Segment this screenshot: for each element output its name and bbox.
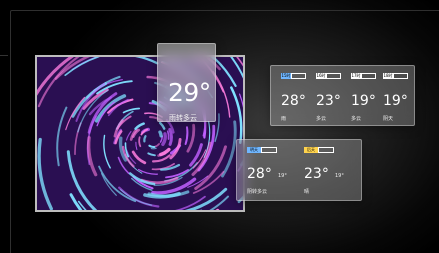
- forecast-temperature: 19°: [351, 93, 376, 109]
- daily-condition: 阴转多云: [247, 189, 268, 195]
- time-badge: 15时: [281, 73, 291, 79]
- current-temperature: 29°: [168, 78, 211, 107]
- day-badge-bar: [318, 147, 334, 153]
- current-condition: 雨转多云: [169, 114, 197, 122]
- forecast-condition: 多云: [316, 116, 327, 122]
- edge-tick: [0, 55, 8, 56]
- swirl-stroke: [166, 130, 170, 140]
- daily-condition: 晴: [304, 189, 310, 195]
- forecast-temperature: 23°: [316, 93, 341, 109]
- daily-low-temperature: 19°: [335, 173, 344, 179]
- forecast-condition: 多云: [351, 116, 362, 122]
- forecast-item: 15时 28° 雨: [281, 66, 311, 127]
- forecast-item: 16时 23° 多云: [316, 66, 346, 127]
- time-badge: 16时: [316, 73, 326, 79]
- day-badge: 后天: [304, 147, 318, 153]
- current-weather-card[interactable]: 29° 雨转多云: [157, 43, 216, 122]
- forecast-item: 17时 19° 多云: [351, 66, 381, 127]
- forecast-condition: 阴天: [383, 116, 394, 122]
- daily-low-temperature: 19°: [278, 173, 287, 179]
- swirl-stroke: [143, 135, 147, 143]
- hourly-forecast-card[interactable]: 15时 28° 雨 16时 23° 多云 17时 19° 多云 18时 19° …: [270, 65, 415, 126]
- time-badge: 18时: [383, 73, 393, 79]
- time-badge-bar: [326, 73, 341, 79]
- daily-high-temperature: 28°: [247, 166, 272, 182]
- daily-item: 明天 28° 19° 阴转多云: [247, 140, 302, 202]
- forecast-temperature: 19°: [383, 93, 408, 109]
- time-badge: 17时: [351, 73, 361, 79]
- time-badge-bar: [361, 73, 376, 79]
- forecast-condition: 雨: [281, 116, 287, 122]
- daily-forecast-card[interactable]: 明天 28° 19° 阴转多云 后天 23° 19° 晴: [236, 139, 362, 201]
- swirl-stroke: [168, 127, 173, 146]
- daily-high-temperature: 23°: [304, 166, 329, 182]
- day-badge: 明天: [247, 147, 261, 153]
- daily-item: 后天 23° 19° 晴: [304, 140, 359, 202]
- desktop-canvas: 29° 雨转多云 15时 28° 雨 16时 23° 多云 17时 19° 多云…: [0, 0, 439, 253]
- time-badge-bar: [393, 73, 408, 79]
- day-badge-bar: [261, 147, 277, 153]
- forecast-temperature: 28°: [281, 93, 306, 109]
- time-badge-bar: [291, 73, 306, 79]
- forecast-item: 18时 19° 阴天: [383, 66, 413, 127]
- swirl-stroke: [158, 130, 163, 138]
